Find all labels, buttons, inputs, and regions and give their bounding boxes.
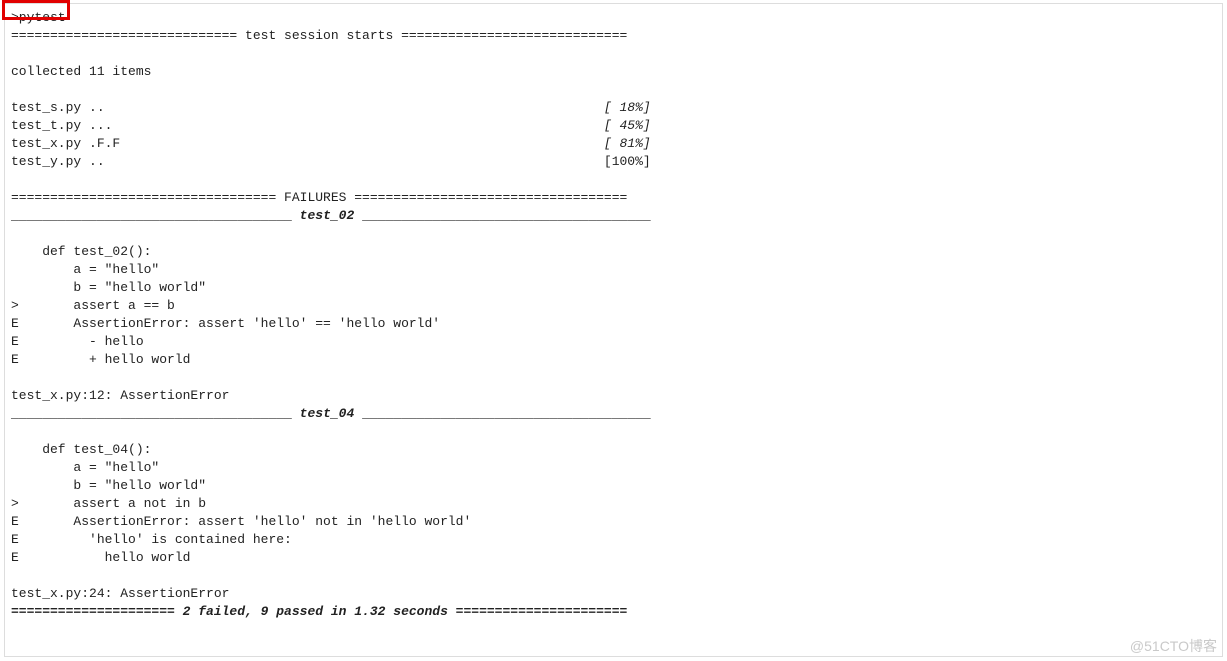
terminal-panel: >pytest ============================= te… [4, 3, 1223, 657]
terminal-output: >pytest ============================= te… [11, 9, 1216, 621]
screenshot-frame: >pytest ============================= te… [0, 0, 1227, 661]
